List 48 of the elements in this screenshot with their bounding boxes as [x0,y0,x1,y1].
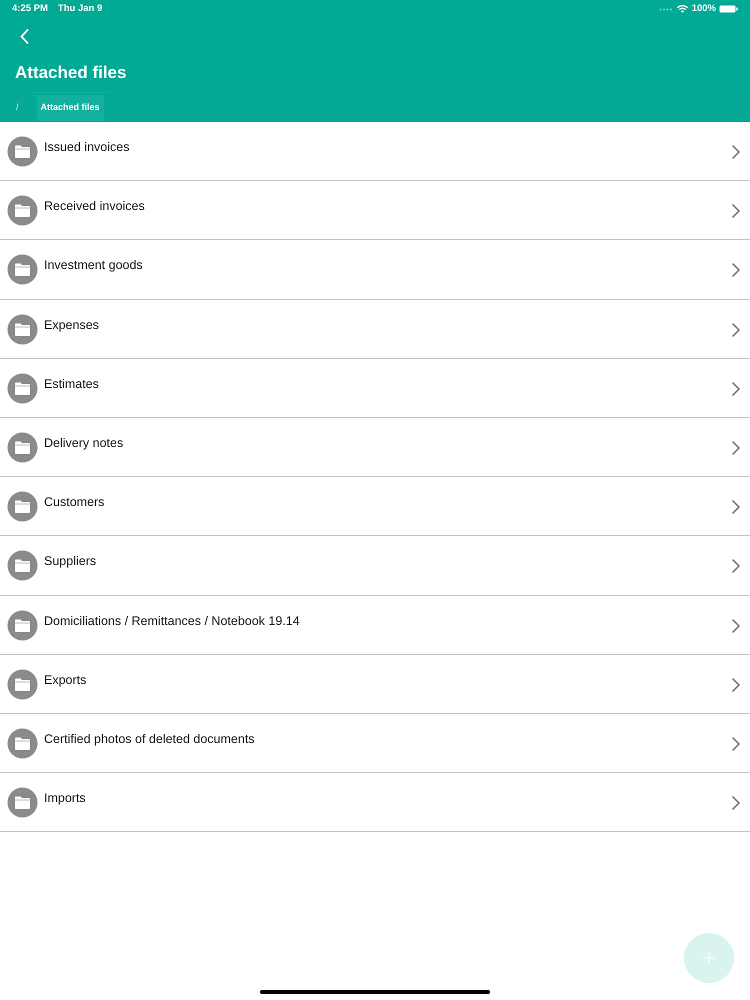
folder-label: Customers [44,494,104,510]
chevron-right-icon [732,618,740,632]
folder-label: Issued invoices [44,139,130,155]
chevron-right-icon [732,322,740,337]
wifi-icon [676,5,688,13]
folder-label: Estimates [44,376,99,392]
chevron-right-icon [732,559,740,574]
chevron-right-icon [732,145,740,159]
folder-icon [7,787,38,818]
back-chevron-icon [20,28,28,44]
folder-label: Imports [44,790,86,806]
page-title: Attached files [15,62,126,84]
battery-icon [719,5,738,13]
folder-label: Expenses [44,316,99,333]
folder-label: Certified photos of deleted documents [44,730,255,747]
folder-row[interactable]: Expenses [0,300,750,359]
status-time: 4:25 PM [12,2,48,16]
folder-row[interactable]: Domiciliations / Remittances / Notebook 19.14 [0,596,750,655]
cellular-signal-icon [658,8,673,10]
folder-icon [7,195,38,226]
folder-icon [7,372,38,404]
folder-icon [7,314,38,345]
folder-icon [7,550,38,582]
folder-icon [7,668,38,700]
folder-label: Received invoices [44,198,145,214]
folder-label: Investment goods [44,257,143,274]
status-date: Thu Jan 9 [58,2,102,16]
folder-label: Domiciliations / Remittances / Notebook 19.14 [44,612,300,628]
folder-icon [7,136,38,167]
chevron-right-icon [732,678,740,692]
chevron-right-icon [732,796,740,810]
battery-percentage: 100% [692,2,716,16]
folder-icon [7,254,38,286]
folder-icon [7,491,38,522]
folder-label: Delivery notes [44,434,124,451]
chevron-right-icon [732,736,740,751]
chevron-right-icon [732,500,740,514]
folder-row[interactable]: Exports [0,654,750,714]
folder-icon [7,610,38,640]
chevron-right-icon [732,440,740,455]
folder-icon [7,728,38,759]
chevron-right-icon [732,382,740,396]
folder-label: Suppliers [44,553,96,570]
chevron-right-icon [732,263,740,278]
folder-label: Exports [44,672,86,688]
folder-icon [7,432,38,463]
chevron-right-icon [732,204,740,218]
plus-icon [703,952,715,964]
